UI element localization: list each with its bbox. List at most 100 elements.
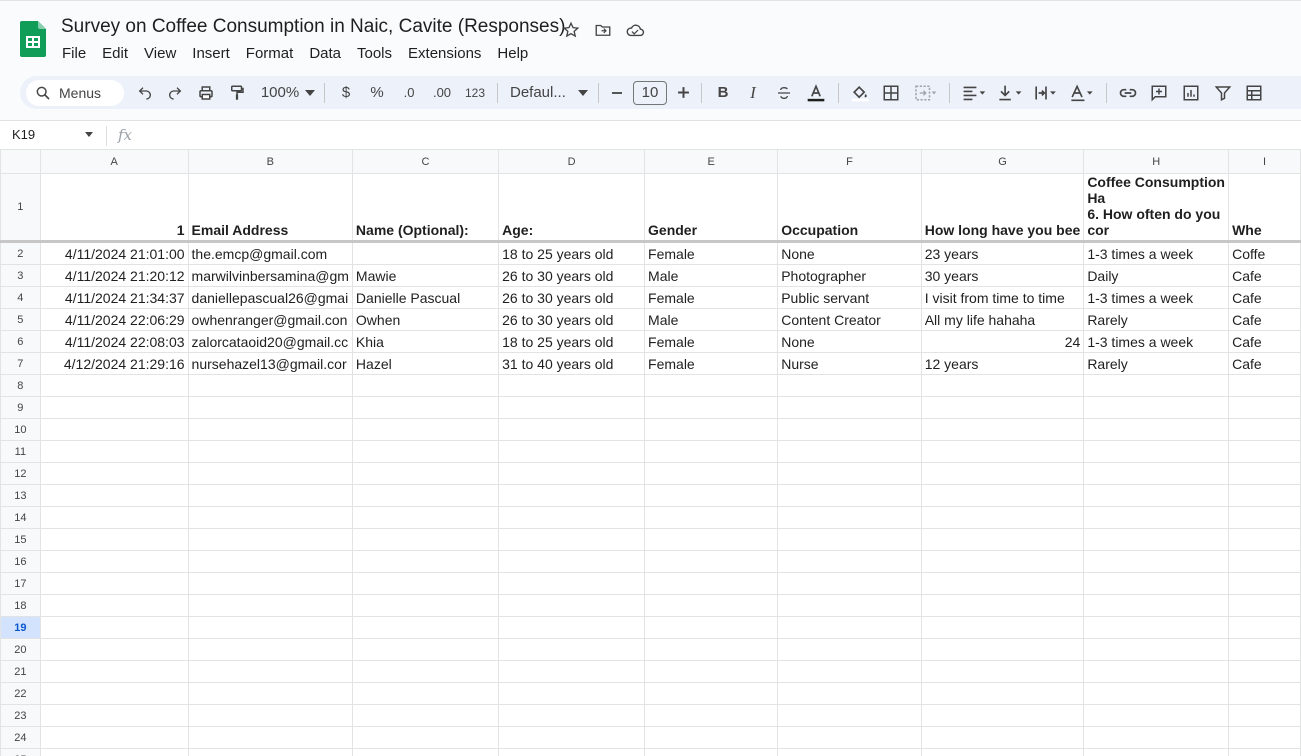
cell[interactable]: owhenranger@gmail.con xyxy=(187,308,353,331)
cell[interactable] xyxy=(39,638,189,661)
cell[interactable] xyxy=(777,638,922,661)
cell[interactable]: daniellepascual26@gmai xyxy=(187,286,353,309)
cell[interactable] xyxy=(39,550,189,573)
cell[interactable] xyxy=(920,726,1085,749)
cell[interactable] xyxy=(187,660,353,683)
cell[interactable] xyxy=(1228,374,1301,397)
cell[interactable] xyxy=(351,704,500,727)
row-header[interactable]: 3 xyxy=(0,264,41,287)
cell[interactable] xyxy=(498,616,646,639)
cell[interactable]: Cafe xyxy=(1228,286,1301,309)
cell[interactable] xyxy=(39,484,189,507)
cell[interactable]: 23 years xyxy=(920,241,1085,265)
column-header-a[interactable]: A xyxy=(39,149,189,174)
text-color-icon[interactable] xyxy=(800,80,832,106)
cell[interactable] xyxy=(187,418,353,441)
bold-button[interactable]: B xyxy=(708,80,738,106)
cell[interactable]: 26 to 30 years old xyxy=(498,308,646,331)
cell[interactable] xyxy=(498,550,646,573)
menu-format[interactable]: Format xyxy=(246,45,302,62)
cell[interactable]: Khia xyxy=(351,330,500,353)
cell[interactable] xyxy=(777,660,922,683)
row-header[interactable]: 11 xyxy=(0,440,41,463)
cell[interactable] xyxy=(351,241,500,265)
cell[interactable] xyxy=(777,616,922,639)
cell[interactable] xyxy=(351,462,500,485)
row-header[interactable]: 5 xyxy=(0,308,41,331)
horizontal-align-icon[interactable] xyxy=(956,80,992,106)
menu-help[interactable]: Help xyxy=(497,45,536,62)
cell[interactable] xyxy=(777,528,922,551)
cell[interactable]: 24 xyxy=(920,330,1085,353)
cell[interactable] xyxy=(498,726,646,749)
cell[interactable]: the.emcp@gmail.com xyxy=(187,241,353,265)
number-format-button[interactable]: 123 xyxy=(459,80,491,106)
cell[interactable]: Cafe xyxy=(1228,352,1301,375)
cell[interactable] xyxy=(1083,506,1230,529)
cell[interactable] xyxy=(187,748,353,756)
cell[interactable] xyxy=(644,550,779,573)
cell[interactable]: Rarely xyxy=(1083,352,1230,375)
cell[interactable] xyxy=(1228,550,1301,573)
cell[interactable] xyxy=(351,682,500,705)
cell[interactable] xyxy=(1228,748,1301,756)
column-header-g[interactable]: G xyxy=(920,149,1085,174)
cell[interactable] xyxy=(1228,726,1301,749)
cell[interactable] xyxy=(39,594,189,617)
font-size-increase-icon[interactable] xyxy=(671,80,695,106)
cell[interactable] xyxy=(777,572,922,595)
cell[interactable] xyxy=(39,396,189,419)
cell[interactable] xyxy=(351,528,500,551)
move-folder-icon[interactable] xyxy=(592,19,614,41)
cell[interactable] xyxy=(920,704,1085,727)
cell[interactable] xyxy=(1083,682,1230,705)
cell[interactable]: 30 years xyxy=(920,264,1085,287)
cell[interactable]: All my life hahaha xyxy=(920,308,1085,331)
font-size-decrease-icon[interactable] xyxy=(605,80,629,106)
cell[interactable] xyxy=(187,528,353,551)
cell[interactable] xyxy=(39,418,189,441)
cell[interactable] xyxy=(777,462,922,485)
name-box[interactable]: K19 xyxy=(12,127,35,142)
cell[interactable] xyxy=(644,572,779,595)
cell[interactable] xyxy=(1083,484,1230,507)
cell[interactable]: nursehazel13@gmail.cor xyxy=(187,352,353,375)
borders-icon[interactable] xyxy=(875,80,907,106)
cell[interactable]: Public servant xyxy=(777,286,922,309)
cell[interactable] xyxy=(777,484,922,507)
cell[interactable] xyxy=(187,396,353,419)
cell[interactable] xyxy=(39,726,189,749)
cell[interactable]: Daily xyxy=(1083,264,1230,287)
cell[interactable] xyxy=(498,748,646,756)
decrease-decimal-button[interactable]: .0 xyxy=(393,80,425,106)
row-header[interactable]: 21 xyxy=(0,660,41,683)
cell[interactable] xyxy=(39,682,189,705)
cell[interactable] xyxy=(644,528,779,551)
row-header[interactable]: 19 xyxy=(0,616,41,639)
cell[interactable] xyxy=(39,374,189,397)
cell[interactable] xyxy=(187,572,353,595)
font-size-input[interactable]: 10 xyxy=(633,80,667,105)
row-header[interactable]: 1 xyxy=(0,173,41,243)
cell[interactable]: Cafe xyxy=(1228,308,1301,331)
cell[interactable] xyxy=(777,726,922,749)
row-header[interactable]: 7 xyxy=(0,352,41,375)
currency-button[interactable]: $ xyxy=(331,80,361,106)
cell[interactable] xyxy=(498,528,646,551)
cell[interactable] xyxy=(920,638,1085,661)
row-header[interactable]: 8 xyxy=(0,374,41,397)
fill-color-icon[interactable] xyxy=(845,80,875,106)
row-header[interactable]: 15 xyxy=(0,528,41,551)
cell[interactable] xyxy=(39,660,189,683)
cell[interactable] xyxy=(39,440,189,463)
cell[interactable] xyxy=(498,462,646,485)
cell[interactable] xyxy=(920,682,1085,705)
cell[interactable] xyxy=(644,374,779,397)
cell[interactable] xyxy=(39,748,189,756)
cell[interactable]: Cafe xyxy=(1228,330,1301,353)
cell[interactable] xyxy=(644,594,779,617)
cell[interactable] xyxy=(498,506,646,529)
cell[interactable] xyxy=(498,374,646,397)
row-header[interactable]: 24 xyxy=(0,726,41,749)
cell[interactable] xyxy=(644,506,779,529)
